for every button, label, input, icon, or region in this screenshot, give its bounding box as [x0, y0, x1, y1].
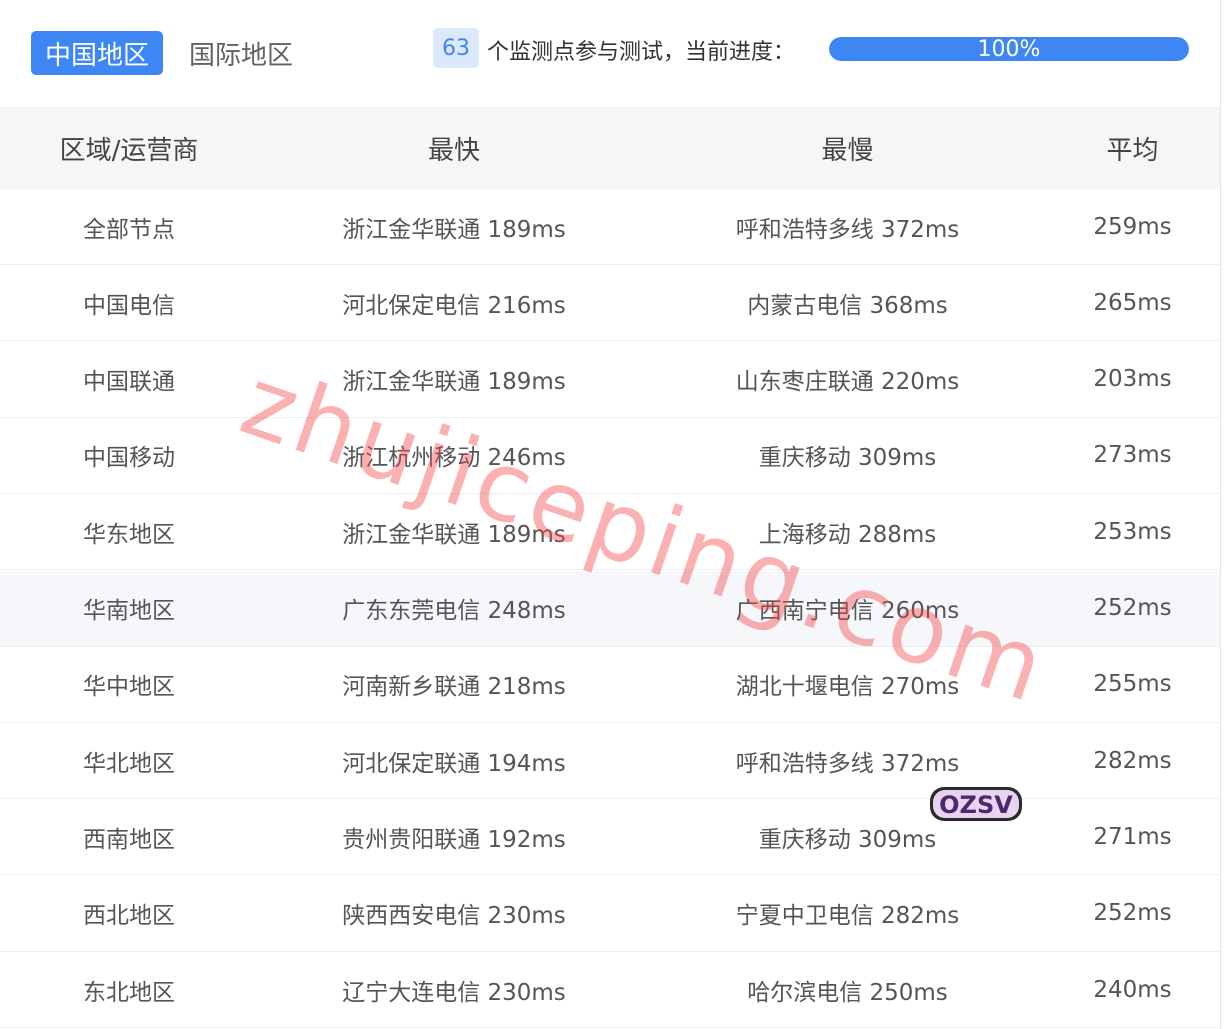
average-cell: 282ms	[1093, 747, 1172, 774]
average-cell: 252ms	[1093, 595, 1172, 621]
region-cell: 华北地区	[83, 750, 175, 777]
average-cell: 259ms	[1093, 213, 1172, 240]
table-row[interactable]: 西北地区 陕西西安电信 230ms 宁夏中卫电信 282ms 252ms	[0, 875, 1220, 952]
fastest-cell: 浙江金华联通 189ms	[342, 216, 566, 243]
region-cell: 中国电信	[83, 292, 175, 319]
slowest-cell: 湖北十堰电信 270ms	[735, 674, 960, 701]
region-cell: 全部节点	[83, 216, 175, 243]
region-cell: 华中地区	[83, 674, 175, 701]
table-row[interactable]: 全部节点 浙江金华联通 189ms 呼和浩特多线 372ms 259ms	[0, 189, 1220, 265]
result-panel: 中国地区 国际地区 63 个监测点参与测试，当前进度： 100% 区域/运营商 …	[0, 0, 1221, 1029]
progress-label: 100%	[977, 37, 1041, 61]
monitor-count-text: 个监测点参与测试，当前进度：	[487, 40, 796, 65]
table-row[interactable]: 中国联通 浙江金华联通 189ms 山东枣庄联通 220ms 203ms	[0, 341, 1220, 418]
fastest-cell: 浙江金华联通 189ms	[342, 521, 566, 548]
toolbar: 中国地区 国际地区 63 个监测点参与测试，当前进度： 100%	[0, 0, 1220, 108]
slowest-cell: 山东枣庄联通 220ms	[735, 369, 960, 396]
monitor-count-badge: 63	[433, 28, 479, 68]
slowest-cell: 上海移动 288ms	[758, 521, 937, 548]
table-row[interactable]: 华东地区 浙江金华联通 189ms 上海移动 288ms 253ms	[0, 494, 1220, 571]
fastest-cell: 浙江金华联通 189ms	[342, 369, 566, 396]
fastest-cell: 广东东莞电信 248ms	[342, 598, 566, 624]
average-cell: 265ms	[1093, 289, 1172, 316]
fastest-cell: 河北保定联通 194ms	[342, 750, 566, 777]
fastest-cell: 浙江杭州移动 246ms	[342, 445, 566, 472]
fastest-cell: 辽宁大连电信 230ms	[342, 979, 566, 1006]
fastest-cell: 河南新乡联通 218ms	[342, 674, 566, 701]
header-average[interactable]: 平均	[1045, 108, 1220, 189]
slowest-cell: 宁夏中卫电信 282ms	[735, 903, 960, 930]
average-cell: 271ms	[1093, 823, 1172, 850]
progress-bar: 100%	[829, 37, 1189, 61]
region-cell: 华南地区	[83, 598, 175, 624]
average-cell: 203ms	[1093, 366, 1172, 393]
slowest-cell: 哈尔滨电信 250ms	[747, 979, 948, 1006]
region-cell: 西南地区	[83, 826, 175, 853]
table-header: 区域/运营商 最快 最慢 平均	[0, 108, 1220, 190]
region-cell: 中国移动	[83, 445, 175, 472]
header-slowest[interactable]: 最慢	[650, 108, 1045, 189]
table-row[interactable]: 中国移动 浙江杭州移动 246ms 重庆移动 309ms 273ms	[0, 417, 1220, 494]
slowest-cell: 呼和浩特多线 372ms	[735, 216, 960, 243]
tab-international[interactable]: 国际地区	[189, 31, 293, 75]
average-cell: 273ms	[1093, 442, 1172, 469]
slowest-cell: 重庆移动 309ms	[758, 826, 937, 853]
table-row[interactable]: 东北地区 辽宁大连电信 230ms 哈尔滨电信 250ms 240ms	[0, 952, 1220, 1028]
table-row[interactable]: 华南地区 广东东莞电信 248ms 广西南宁电信 260ms 252ms	[0, 570, 1220, 647]
table-row[interactable]: 华北地区 河北保定联通 194ms 呼和浩特多线 372ms 282ms	[0, 723, 1220, 800]
slowest-cell: 广西南宁电信 260ms	[735, 598, 960, 624]
average-cell: 240ms	[1093, 976, 1172, 1003]
table-row[interactable]: 华中地区 河南新乡联通 218ms 湖北十堰电信 270ms 255ms	[0, 646, 1220, 723]
tab-china[interactable]: 中国地区	[31, 31, 163, 75]
header-fastest[interactable]: 最快	[258, 108, 650, 189]
average-cell: 253ms	[1093, 518, 1172, 545]
average-cell: 252ms	[1093, 900, 1172, 927]
region-cell: 西北地区	[83, 903, 175, 930]
header-region[interactable]: 区域/运营商	[0, 108, 258, 189]
slowest-cell: 内蒙古电信 368ms	[747, 292, 948, 319]
fastest-cell: 河北保定电信 216ms	[342, 292, 566, 319]
region-cell: 中国联通	[83, 369, 175, 396]
table-row[interactable]: 西南地区 贵州贵阳联通 192ms 重庆移动 309ms 271ms	[0, 799, 1220, 876]
table-row[interactable]: 中国电信 河北保定电信 216ms 内蒙古电信 368ms 265ms	[0, 265, 1220, 342]
fastest-cell: 陕西西安电信 230ms	[342, 903, 566, 930]
fastest-cell: 贵州贵阳联通 192ms	[342, 826, 566, 853]
slowest-cell: 重庆移动 309ms	[758, 445, 937, 472]
average-cell: 255ms	[1093, 671, 1172, 698]
region-cell: 东北地区	[83, 979, 175, 1006]
slowest-cell: 呼和浩特多线 372ms	[735, 750, 960, 777]
region-cell: 华东地区	[83, 521, 175, 548]
